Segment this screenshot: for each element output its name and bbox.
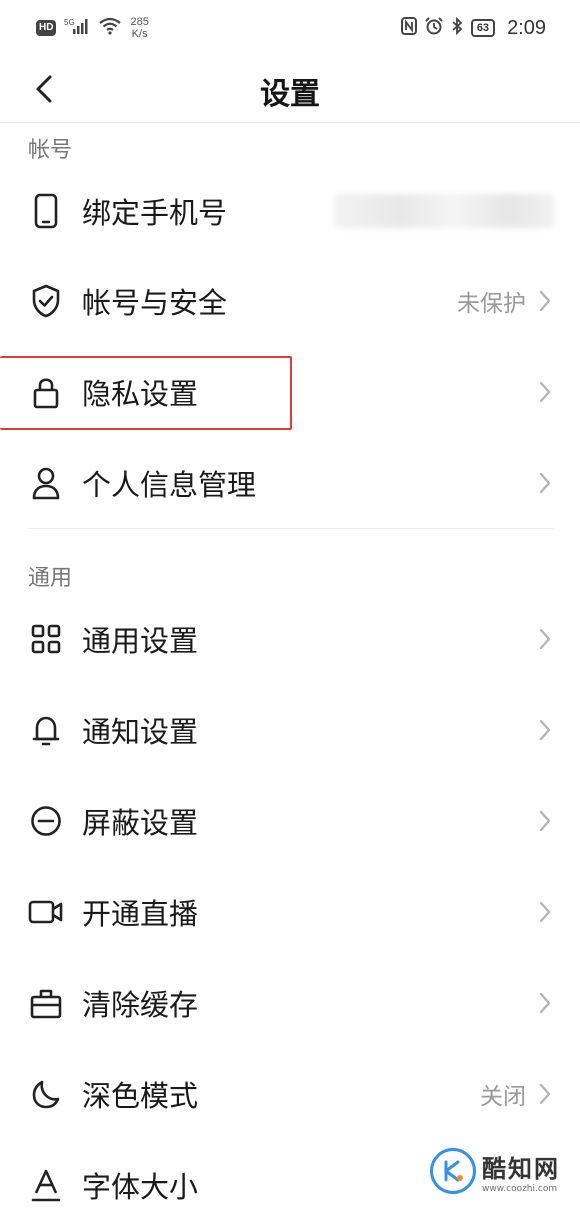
settings-item-label: 清除缓存: [82, 988, 199, 1022]
nav-header: 设置: [0, 56, 580, 123]
shield-check-icon: [28, 283, 64, 319]
settings-item-block[interactable]: 屏蔽设置: [0, 776, 580, 866]
section-label-general: 通用: [28, 566, 73, 591]
settings-item-label: 深色模式: [82, 1079, 199, 1113]
grid-icon: [28, 621, 64, 657]
status-bar: HD 5G 285 K/s 63 2:09: [0, 0, 580, 56]
phone-number-blurred: [334, 194, 554, 228]
page-title: 设置: [260, 77, 320, 112]
battery-indicator: 63: [470, 19, 496, 37]
settings-item-clear-cache[interactable]: 清除缓存: [0, 958, 580, 1048]
person-icon: [28, 465, 64, 501]
settings-item-label: 通知设置: [82, 715, 199, 749]
settings-item-privacy[interactable]: 隐私设置: [0, 347, 580, 437]
watermark: 酷知网 www.coozhi.com: [430, 1148, 560, 1194]
briefcase-icon: [28, 985, 64, 1021]
status-time: 2:09: [507, 16, 546, 39]
wifi-icon: [98, 17, 122, 40]
chevron-right-icon: [536, 627, 554, 651]
chevron-right-icon: [536, 991, 554, 1015]
chevron-right-icon: [536, 1082, 554, 1106]
settings-item-dark-mode[interactable]: 深色模式 关闭: [0, 1049, 580, 1139]
net-speed: 285 K/s: [130, 16, 148, 40]
nfc-icon: [400, 16, 417, 40]
chevron-right-icon: [536, 900, 554, 924]
block-icon: [28, 803, 64, 839]
video-camera-icon: [28, 894, 64, 930]
chevron-right-icon: [536, 380, 554, 404]
settings-item-personal-info[interactable]: 个人信息管理: [0, 438, 580, 528]
status-right: 63 2:09: [400, 16, 546, 40]
phone-icon: [28, 193, 64, 229]
settings-item-label: 通用设置: [82, 624, 199, 658]
watermark-url: www.coozhi.com: [482, 1183, 558, 1194]
watermark-brand: 酷知网: [482, 1154, 560, 1183]
chevron-right-icon: [536, 289, 554, 313]
net-speed-value: 285: [130, 16, 149, 28]
watermark-text: 酷知网 www.coozhi.com: [482, 1149, 560, 1194]
settings-item-value: 未保护: [457, 291, 526, 317]
chevron-right-icon: [536, 718, 554, 742]
settings-item-general[interactable]: 通用设置: [0, 594, 580, 684]
settings-item-label: 绑定手机号: [82, 196, 228, 230]
font-size-icon: [28, 1167, 64, 1203]
settings-item-label: 屏蔽设置: [82, 806, 199, 840]
alarm-icon: [425, 16, 443, 40]
signal-icon: 5G: [64, 17, 90, 40]
bluetooth-icon: [451, 16, 463, 40]
moon-icon: [28, 1076, 64, 1112]
section-divider: [28, 528, 554, 529]
hd-badge: HD: [36, 20, 57, 36]
settings-item-label: 开通直播: [82, 897, 199, 931]
chevron-right-icon: [536, 809, 554, 833]
lock-icon: [28, 374, 64, 410]
settings-item-live[interactable]: 开通直播: [0, 867, 580, 957]
settings-item-bind-phone[interactable]: 绑定手机号: [0, 166, 580, 256]
settings-item-account-security[interactable]: 帐号与安全 未保护: [0, 256, 580, 346]
signal-tag: 5G: [64, 18, 75, 27]
bell-icon: [28, 712, 64, 748]
settings-item-notifications[interactable]: 通知设置: [0, 685, 580, 775]
chevron-right-icon: [536, 471, 554, 495]
settings-item-value: 关闭: [480, 1084, 526, 1110]
settings-item-label: 隐私设置: [82, 377, 199, 411]
status-left: HD 5G 285 K/s: [36, 16, 149, 40]
watermark-logo-icon: [430, 1148, 476, 1194]
section-label-account: 帐号: [28, 138, 73, 163]
net-speed-unit: K/s: [131, 28, 148, 40]
settings-item-label: 帐号与安全: [82, 286, 228, 320]
settings-item-label: 个人信息管理: [82, 468, 257, 502]
